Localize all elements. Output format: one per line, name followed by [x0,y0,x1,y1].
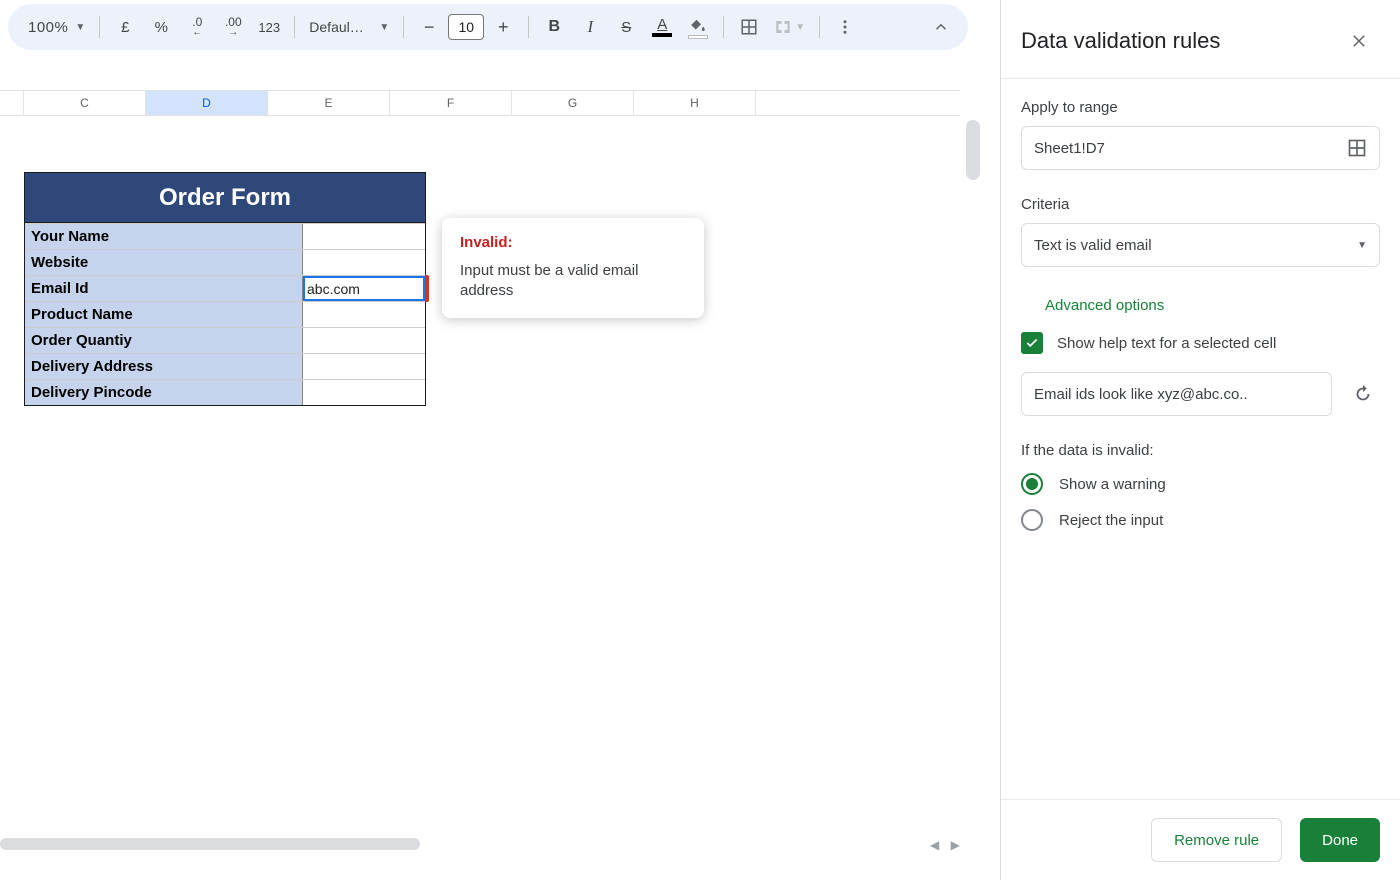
form-row: Website [25,249,425,275]
form-value-cell[interactable] [303,328,425,353]
borders-icon [740,18,758,36]
column-headers: CDEFGH [0,90,960,116]
form-row: Order Quantiy [25,327,425,353]
apply-range-input[interactable]: Sheet1!D7 [1021,126,1380,170]
form-label: Your Name [25,224,303,249]
form-row: Your Name [25,223,425,249]
show-help-text-label: Show help text for a selected cell [1057,335,1276,352]
form-value-cell[interactable] [303,302,425,327]
font-family-dropdown[interactable]: Defaul…▼ [303,10,395,44]
form-value-cell[interactable] [303,250,425,275]
strikethrough-button[interactable]: S [609,10,643,44]
form-row: Product Name [25,301,425,327]
chevron-up-icon [932,18,950,36]
data-validation-panel: Data validation rules Apply to range She… [1000,0,1400,880]
text-color-button[interactable]: A [645,10,679,44]
form-row: Delivery Address [25,353,425,379]
order-form: Order Form Your NameWebsiteEmail Idabc.c… [24,172,426,406]
form-label: Website [25,250,303,275]
criteria-label: Criteria [1021,196,1380,213]
select-range-icon [1347,138,1367,158]
form-label: Email Id [25,276,303,301]
criteria-select[interactable]: Text is valid email▼ [1021,223,1380,267]
vertical-scrollbar[interactable] [966,120,980,180]
percent-button[interactable]: % [144,10,178,44]
horizontal-scrollbar[interactable] [0,836,960,852]
borders-button[interactable] [732,10,766,44]
form-value-cell[interactable] [303,224,425,249]
column-header-C[interactable]: C [24,91,146,115]
form-row: Email Idabc.com [25,275,425,301]
reset-help-text-button[interactable] [1346,377,1380,411]
column-header-D[interactable]: D [146,91,268,115]
order-form-title: Order Form [25,173,425,223]
help-text-input[interactable]: Email ids look like xyz@abc.co.. [1021,372,1332,416]
bold-button[interactable]: B [537,10,571,44]
show-help-text-checkbox[interactable]: Show help text for a selected cell [1021,332,1380,354]
sheet-nav-arrows[interactable]: ◀ ▶ [930,838,964,852]
column-header-H[interactable]: H [634,91,756,115]
form-value-cell[interactable] [303,380,425,405]
font-size-increase[interactable]: + [486,10,520,44]
form-label: Delivery Address [25,354,303,379]
form-label: Delivery Pincode [25,380,303,405]
fill-color-button[interactable] [681,10,715,44]
italic-button[interactable]: I [573,10,607,44]
refresh-icon [1352,383,1374,405]
merge-icon [774,18,792,36]
form-label: Product Name [25,302,303,327]
zoom-dropdown[interactable]: 100%▼ [18,10,91,44]
column-header-F[interactable]: F [390,91,512,115]
decrease-decimal-button[interactable]: .0← [180,10,214,44]
currency-button[interactable]: £ [108,10,142,44]
panel-title: Data validation rules [1021,28,1220,54]
checkbox-checked-icon [1021,332,1043,354]
number-format-button[interactable]: 123 [252,10,286,44]
close-panel-button[interactable] [1342,24,1376,58]
radio-selected-icon [1021,473,1043,495]
form-value-cell[interactable] [303,354,425,379]
apply-range-label: Apply to range [1021,99,1380,116]
validation-tooltip: Invalid: Input must be a valid email add… [442,218,704,318]
more-vertical-icon [836,18,854,36]
form-label: Order Quantiy [25,328,303,353]
form-row: Delivery Pincode [25,379,425,405]
remove-rule-button[interactable]: Remove rule [1151,818,1282,862]
toolbar: 100%▼ £ % .0← .00→ 123 Defaul…▼ − + B I … [8,4,968,50]
done-button[interactable]: Done [1300,818,1380,862]
font-size-decrease[interactable]: − [412,10,446,44]
merge-cells-button[interactable]: ▼ [768,10,811,44]
collapse-toolbar-button[interactable] [924,10,958,44]
form-value-cell[interactable]: abc.com [303,276,425,301]
radio-unselected-icon [1021,509,1043,531]
increase-decimal-button[interactable]: .00→ [216,10,250,44]
paint-bucket-icon [689,16,707,34]
tooltip-header: Invalid: [460,234,686,251]
tooltip-body: Input must be a valid email address [460,261,686,302]
column-header-G[interactable]: G [512,91,634,115]
advanced-options-toggle[interactable]: Advanced options [1021,297,1380,314]
invalid-data-label: If the data is invalid: [1021,442,1380,459]
column-header-E[interactable]: E [268,91,390,115]
radio-reject-input[interactable]: Reject the input [1021,509,1380,531]
radio-show-warning[interactable]: Show a warning [1021,473,1380,495]
font-size-input[interactable] [448,14,484,40]
close-icon [1350,32,1368,50]
more-tools-button[interactable] [828,10,862,44]
